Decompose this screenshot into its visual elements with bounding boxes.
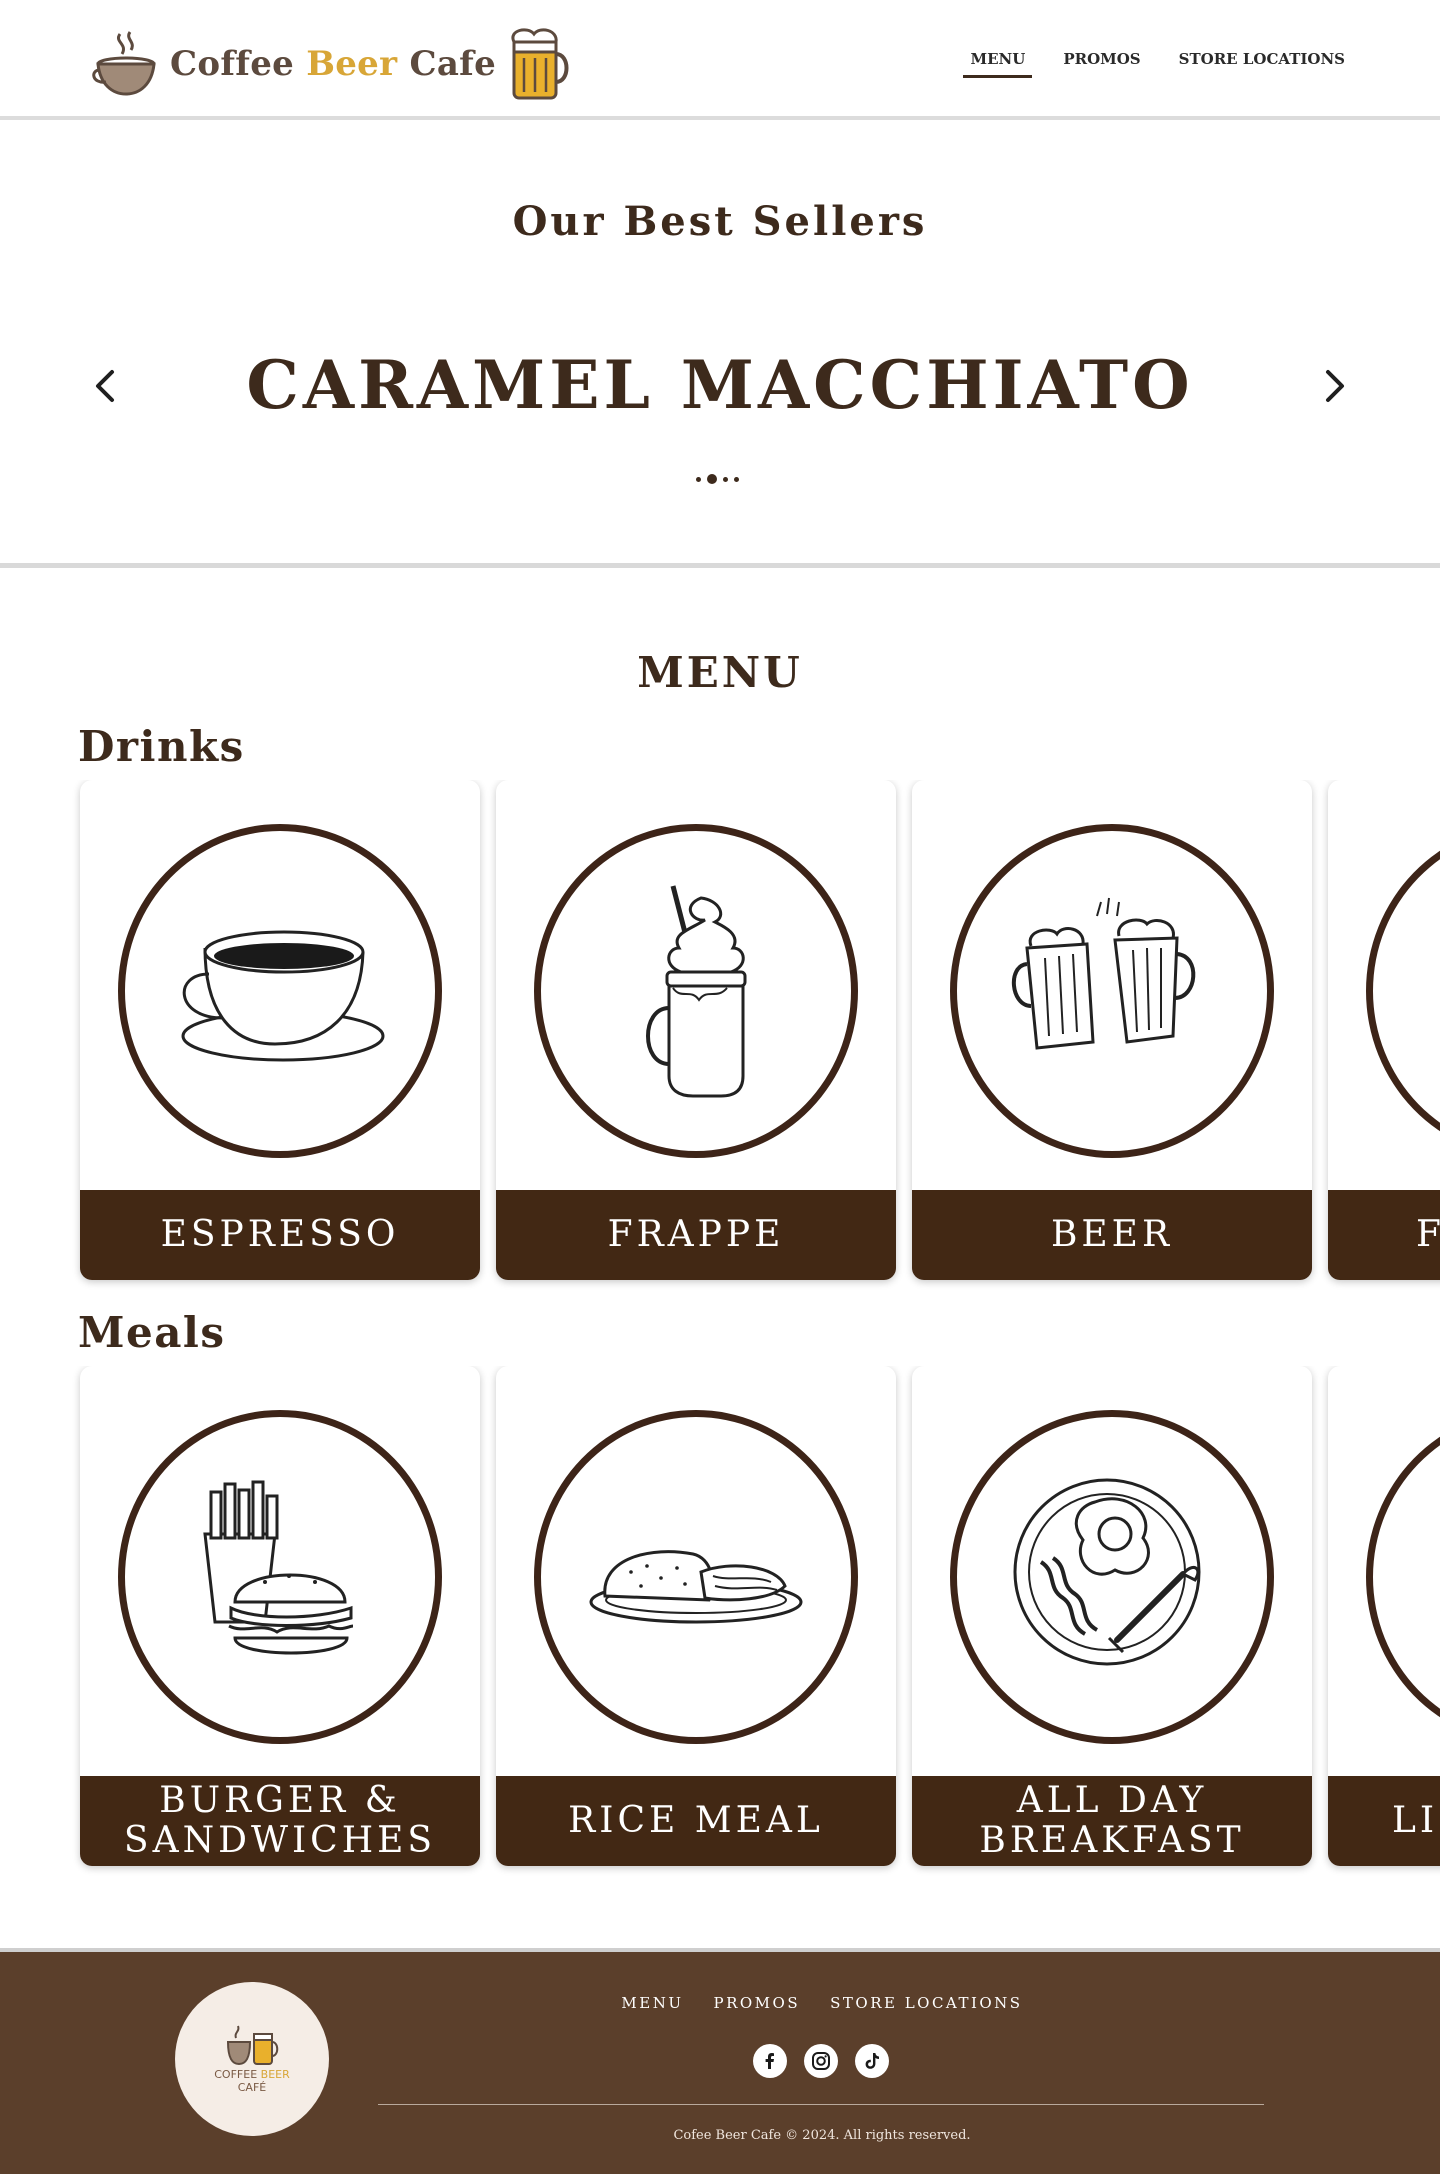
card-label: RICE MEAL [496, 1776, 896, 1866]
logo-wordmark: Coffee Beer Cafe [170, 44, 497, 84]
footer-menu-link[interactable]: MENU [621, 1994, 683, 2012]
header-divider [0, 116, 1440, 120]
best-sellers-title: Our Best Sellers [512, 198, 928, 245]
breakfast-plate-icon [1013, 1478, 1201, 1666]
footer-logo-cups-icon [226, 2025, 279, 2066]
drinks-category-label: Drinks [78, 722, 245, 771]
facebook-icon[interactable] [753, 2044, 787, 2078]
footer-nav: MENU PROMOS STORE LOCATIONS [0, 1994, 1440, 2012]
menu-card-all-day-breakfast[interactable]: ALL DAY BREAKFAST [912, 1366, 1312, 1866]
card-image-frame [1366, 824, 1440, 1158]
card-image-frame [118, 824, 442, 1158]
frappe-jar-icon [646, 885, 747, 1098]
section-divider [0, 563, 1440, 568]
copyright-text: Cofee Beer Cafe © 2024. All rights reser… [673, 2128, 971, 2143]
menu-card-burger-sandwiches[interactable]: BURGER & SANDWICHES [80, 1366, 480, 1866]
menu-card-partial-drink[interactable]: F [1328, 780, 1440, 1280]
burger-fries-icon [203, 1480, 354, 1655]
footer-logo-wordmark: COFFEE BEER CAFÉ [214, 2068, 290, 2094]
site-header: Coffee Beer Cafe MENU PROMOS STORE LOCAT… [0, 0, 1440, 116]
coffee-cup-logo-icon [92, 31, 156, 96]
site-logo[interactable]: Coffee Beer Cafe [90, 24, 572, 104]
social-links [753, 2044, 889, 2078]
card-image-frame [534, 824, 858, 1158]
nav-promos-link[interactable]: PROMOS [1056, 50, 1147, 78]
card-image-frame [1366, 1410, 1440, 1744]
espresso-cup-icon [181, 930, 385, 1062]
card-image-frame [950, 1410, 1274, 1744]
menu-card-frappe[interactable]: FRAPPE [496, 780, 896, 1280]
meals-row: BURGER & SANDWICHES RICE MEAL ALL DAY BR… [0, 1366, 1440, 1876]
card-label: ESPRESSO [80, 1190, 480, 1280]
carousel-dot-active[interactable] [707, 474, 717, 484]
carousel-dots [696, 474, 739, 484]
beer-mug-logo-icon [511, 28, 569, 100]
card-label: F [1328, 1190, 1440, 1280]
card-label: ALL DAY BREAKFAST [912, 1776, 1312, 1866]
footer-promos-link[interactable]: PROMOS [713, 1994, 800, 2012]
best-seller-item-name: CARAMEL MACCHIATO [246, 346, 1194, 424]
card-label: BEER [912, 1190, 1312, 1280]
footer-store-locations-link[interactable]: STORE LOCATIONS [830, 1994, 1022, 2012]
menu-title: MENU [637, 648, 803, 697]
menu-card-beer[interactable]: BEER [912, 780, 1312, 1280]
site-footer: COFFEE BEER CAFÉ MENU PROMOS STORE LOCATI… [0, 1948, 1440, 2174]
menu-card-partial-meal[interactable]: LI [1328, 1366, 1440, 1866]
carousel-next-arrow-icon[interactable] [1312, 364, 1356, 408]
beer-mugs-icon [1011, 897, 1196, 1050]
main-nav: MENU PROMOS STORE LOCATIONS [963, 50, 1352, 78]
card-label: LI [1328, 1776, 1440, 1866]
carousel-dot[interactable] [696, 476, 701, 482]
carousel-dot[interactable] [734, 476, 739, 482]
card-image-frame [534, 1410, 858, 1744]
drinks-row: ESPRESSO FRAPPE BEER F [0, 780, 1440, 1290]
menu-card-rice-meal[interactable]: RICE MEAL [496, 1366, 896, 1866]
card-image-frame [118, 1410, 442, 1744]
nav-store-locations-link[interactable]: STORE LOCATIONS [1172, 50, 1352, 78]
nav-menu-link[interactable]: MENU [963, 50, 1033, 78]
menu-card-espresso[interactable]: ESPRESSO [80, 780, 480, 1280]
card-image-frame [950, 824, 1274, 1158]
card-label: BURGER & SANDWICHES [80, 1776, 480, 1866]
meals-category-label: Meals [78, 1308, 226, 1357]
instagram-icon[interactable] [804, 2044, 838, 2078]
footer-divider [378, 2104, 1264, 2105]
tiktok-icon[interactable] [855, 2044, 889, 2078]
rice-plate-icon [589, 1550, 803, 1624]
card-label: FRAPPE [496, 1190, 896, 1280]
carousel-dot[interactable] [723, 476, 728, 482]
